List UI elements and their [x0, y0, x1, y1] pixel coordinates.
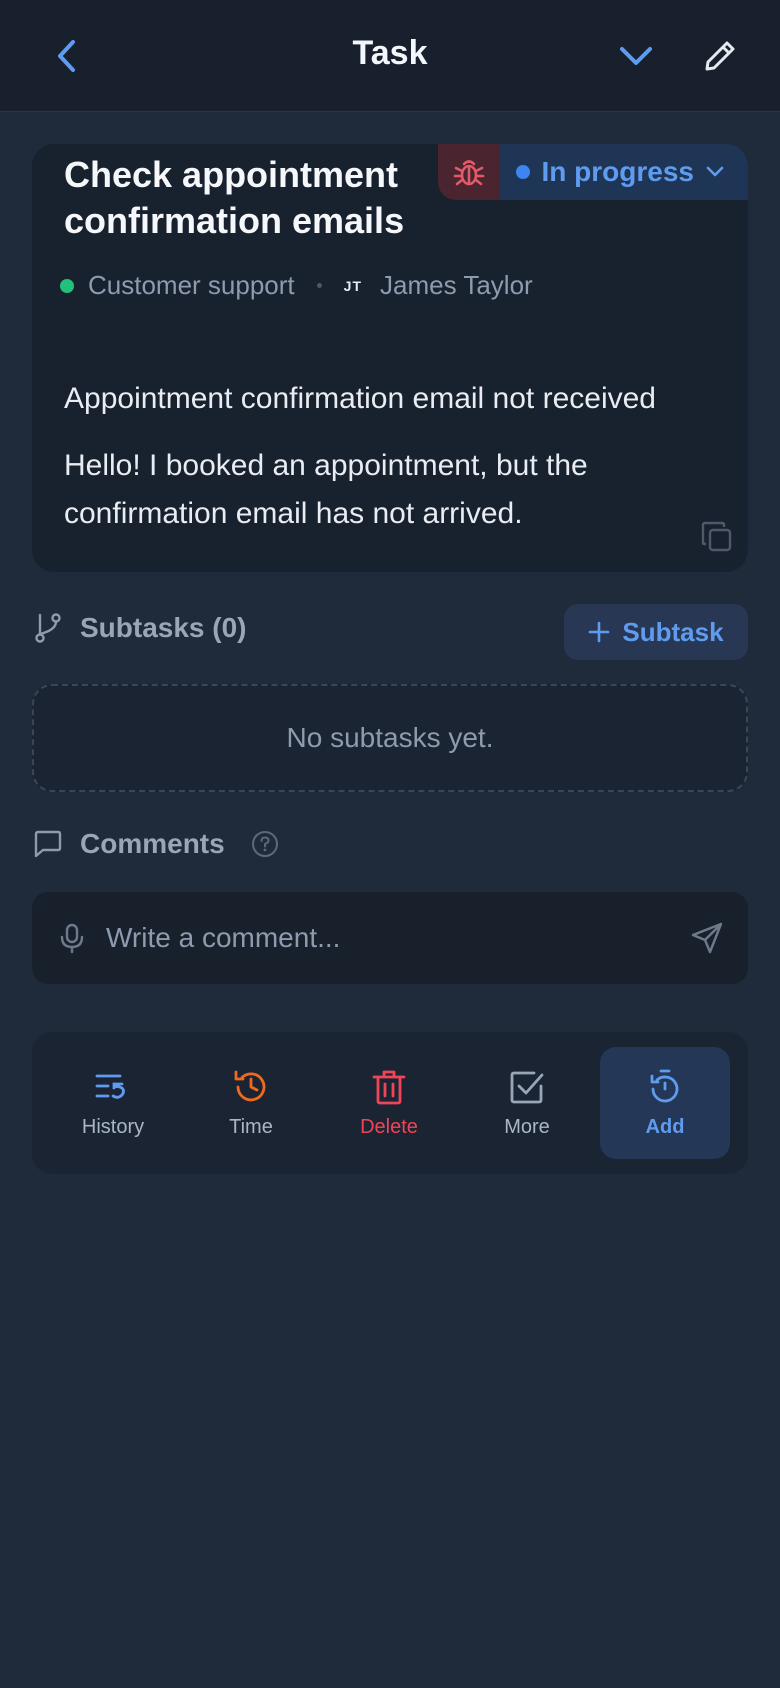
add-label: Add [645, 1115, 685, 1138]
edit-button[interactable] [698, 34, 742, 78]
checkbox-icon [510, 1071, 544, 1103]
add-subtask-label: Subtask [622, 616, 724, 647]
comment-input[interactable] [106, 922, 690, 954]
assignee-name: James Taylor [380, 270, 533, 300]
comment-icon [34, 830, 62, 858]
send-icon[interactable] [690, 921, 724, 955]
task-title: Check appointment confirmation emails [64, 154, 405, 241]
chevron-down-icon [706, 166, 724, 177]
task-meta: Customer support JT James Taylor [60, 270, 533, 301]
timer-icon [650, 1069, 679, 1102]
clock-icon [234, 1070, 266, 1101]
team-label: Customer support [88, 270, 295, 300]
subtasks-header: Subtasks (0) [32, 612, 247, 644]
team-status-dot [60, 278, 74, 293]
copy-button[interactable] [700, 520, 734, 554]
top-bar: Task [0, 0, 780, 112]
time-label: Time [229, 1115, 273, 1138]
separator-dot [316, 283, 322, 288]
time-button[interactable]: Time [186, 1047, 316, 1159]
comments-heading: Comments [80, 828, 225, 859]
add-subtask-button[interactable]: Subtask [564, 604, 748, 660]
avatar: JT [343, 277, 362, 294]
add-time-button[interactable]: Add [600, 1047, 730, 1159]
more-label: More [504, 1115, 550, 1138]
delete-label: Delete [360, 1115, 418, 1138]
task-subject: Appointment confirmation email not recei… [64, 382, 656, 415]
task-badges: In progress [437, 144, 748, 200]
status-label: In progress [541, 156, 694, 187]
empty-message: No subtasks yet. [286, 722, 494, 753]
subtasks-heading: Subtasks (0) [80, 612, 247, 643]
comments-header: Comments [32, 828, 279, 860]
status-dot [515, 165, 530, 179]
microphone-icon[interactable] [56, 922, 88, 954]
history-icon [95, 1074, 125, 1099]
plus-icon [589, 621, 610, 643]
bug-icon [453, 160, 484, 186]
more-button[interactable]: More [462, 1047, 592, 1159]
task-description: Hello! I booked an appointment, but the … [64, 449, 588, 530]
history-label: History [81, 1115, 145, 1138]
action-bar: History Time Delete More Add [32, 1032, 748, 1174]
task-card: Check appointment confirmation emails In… [32, 144, 748, 572]
page-title: Task [352, 34, 428, 72]
subtasks-empty-state: No subtasks yet. [32, 684, 748, 792]
task-type-badge [437, 144, 500, 200]
copy-icon [701, 521, 732, 552]
pencil-icon [705, 41, 735, 71]
branch-icon [35, 613, 61, 643]
history-button[interactable]: History [48, 1047, 178, 1159]
delete-button[interactable]: Delete [324, 1047, 454, 1159]
help-icon[interactable] [251, 830, 279, 858]
chevron-down-icon [620, 47, 652, 65]
collapse-button[interactable] [614, 34, 658, 78]
status-dropdown[interactable]: In progress [499, 144, 748, 200]
trash-icon [372, 1070, 406, 1104]
comment-composer [32, 892, 748, 984]
